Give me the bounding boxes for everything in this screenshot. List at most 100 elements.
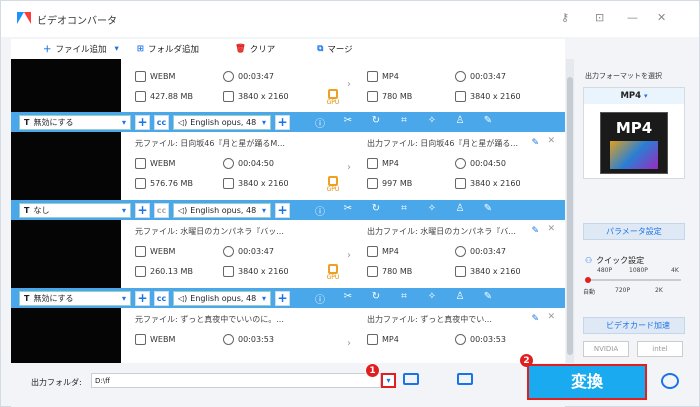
rotate-icon[interactable]: ↻	[362, 203, 390, 218]
source-format: WEBM	[150, 247, 176, 256]
watermark-icon[interactable]: ♙	[446, 115, 474, 130]
file-icon	[367, 91, 378, 102]
source-format: WEBM	[150, 159, 176, 168]
browse-folder-icon[interactable]	[457, 373, 473, 385]
resolution-icon	[455, 91, 466, 102]
gpu-acceleration-button[interactable]: ビデオカード加速	[583, 317, 685, 334]
list-item[interactable]: 元ファイル: 水曜日のカンパネラ『バッ... WEBM 00:03:47 260…	[11, 220, 565, 288]
rename-pencil-icon[interactable]: ✎	[531, 138, 539, 148]
output-folder-path[interactable]: D:\ff	[91, 373, 381, 388]
cut-icon[interactable]: ✂	[334, 203, 362, 218]
remove-icon[interactable]: ✕	[547, 312, 555, 322]
file-icon	[135, 91, 146, 102]
format-dropdown[interactable]: MP4 ▾	[584, 88, 684, 104]
video-thumbnail[interactable]	[11, 132, 121, 200]
rename-pencil-icon[interactable]: ✎	[531, 314, 539, 324]
clock-icon	[455, 334, 466, 345]
edit-icon[interactable]: ✎	[474, 115, 502, 130]
subtitle-select[interactable]: T なし ▾	[19, 202, 131, 218]
close-button[interactable]: ✕	[657, 11, 666, 24]
clock-icon	[223, 71, 234, 82]
effect-icon[interactable]: ✧	[418, 291, 446, 306]
info-icon[interactable]: ⓘ	[306, 115, 334, 130]
audio-select[interactable]: ◁) English opus, 48 ▾	[173, 202, 271, 218]
clock-icon	[455, 71, 466, 82]
remove-icon[interactable]: ✕	[547, 224, 555, 234]
nvidia-logo: NVIDIA	[583, 341, 629, 357]
text-icon: T	[24, 117, 30, 127]
output-resolution: 3840 x 2160	[470, 267, 521, 276]
cut-icon[interactable]: ✂	[334, 291, 362, 306]
edit-icon[interactable]: ✎	[474, 203, 502, 218]
source-duration: 00:03:47	[238, 247, 274, 256]
add-audio-button[interactable]: +	[275, 290, 290, 306]
quality-slider[interactable]	[585, 277, 681, 283]
source-duration: 00:03:47	[238, 72, 274, 81]
cc-icon[interactable]: cc	[154, 114, 169, 130]
format-selector[interactable]: MP4 ▾ MP4	[583, 87, 685, 179]
output-folder-label: 出力フォルダ:	[31, 378, 82, 387]
key-icon[interactable]: ⚷	[561, 11, 569, 24]
watermark-icon[interactable]: ♙	[446, 291, 474, 306]
add-subtitle-button[interactable]: +	[135, 290, 150, 306]
film-icon	[135, 334, 146, 345]
list-item[interactable]: WEBM 00:03:47 427.88 MB 3840 x 2160 GPU …	[11, 59, 565, 112]
list-item[interactable]: 元ファイル: 日向坂46『月と星が踊るM... WEBM 00:04:50 57…	[11, 132, 565, 200]
list-scrollbar[interactable]	[566, 59, 574, 363]
watermark-icon[interactable]: ♙	[446, 203, 474, 218]
minimize-button[interactable]: —	[627, 11, 638, 24]
remove-icon[interactable]: ✕	[547, 136, 555, 146]
source-filename: 元ファイル: 日向坂46『月と星が踊るM...	[135, 139, 285, 148]
resolution-icon	[455, 266, 466, 277]
open-folder-icon[interactable]	[403, 373, 419, 385]
subtitle-select[interactable]: T 無効にする ▾	[19, 114, 131, 130]
rotate-icon[interactable]: ↻	[362, 115, 390, 130]
add-folder-button[interactable]: ⊞ フォルダ追加	[137, 43, 199, 55]
output-format: MP4	[382, 72, 399, 81]
convert-button[interactable]: 変換	[527, 364, 647, 400]
effect-icon[interactable]: ✧	[418, 203, 446, 218]
effect-icon[interactable]: ✧	[418, 115, 446, 130]
slider-handle[interactable]	[585, 277, 591, 283]
arrow-right-icon: ›	[347, 79, 351, 90]
add-subtitle-button[interactable]: +	[135, 114, 150, 130]
chevron-down-icon[interactable]: ▾	[115, 44, 119, 54]
cc-icon[interactable]: cc	[154, 202, 169, 218]
rotate-icon[interactable]: ↻	[362, 291, 390, 306]
crop-icon[interactable]: ⌗	[390, 291, 418, 306]
subtitle-select[interactable]: T 無効にする ▾	[19, 290, 131, 306]
cut-icon[interactable]: ✂	[334, 115, 362, 130]
add-subtitle-button[interactable]: +	[135, 202, 150, 218]
folder-dropdown-button[interactable]: ▾	[381, 373, 396, 388]
rename-pencil-icon[interactable]: ✎	[531, 226, 539, 236]
track-bar: T 無効にする ▾ + cc ◁) English opus, 48 ▾ + ⓘ ✂ ↻ ⌗ ✧…	[11, 112, 565, 132]
list-item[interactable]: 元ファイル: ずっと真夜中でいいのに。... WEBM 00:03:53 › 出…	[11, 308, 565, 363]
video-thumbnail[interactable]	[11, 220, 121, 288]
info-icon[interactable]: ⓘ	[306, 291, 334, 306]
clear-button[interactable]: 🗑 クリア	[235, 43, 275, 55]
film-icon	[367, 334, 378, 345]
info-icon[interactable]: ⓘ	[306, 203, 334, 218]
add-file-button[interactable]: ＋ ファイル追加 ▾	[43, 43, 119, 55]
video-thumbnail[interactable]	[11, 308, 121, 363]
merge-button[interactable]: ⧉ マージ	[317, 43, 352, 55]
trash-icon: 🗑	[234, 44, 246, 54]
add-audio-button[interactable]: +	[275, 202, 290, 218]
film-icon	[135, 158, 146, 169]
gpu-icon: GPU	[323, 264, 343, 281]
scrollbar-thumb[interactable]	[567, 77, 573, 355]
video-thumbnail[interactable]	[11, 59, 121, 112]
add-audio-button[interactable]: +	[275, 114, 290, 130]
crop-icon[interactable]: ⌗	[390, 203, 418, 218]
source-resolution: 3840 x 2160	[238, 92, 289, 101]
cart-icon[interactable]: ⊡	[595, 11, 604, 24]
audio-select[interactable]: ◁) English opus, 48 ▾	[173, 114, 271, 130]
cc-icon[interactable]: cc	[154, 290, 169, 306]
audio-select[interactable]: ◁) English opus, 48 ▾	[173, 290, 271, 306]
alarm-clock-icon[interactable]	[661, 373, 679, 389]
track-bar: T なし ▾ + cc ◁) English opus, 48 ▾ + ⓘ ✂ ↻ ⌗ ✧ ♙ ✎	[11, 200, 565, 220]
film-icon	[135, 246, 146, 257]
edit-icon[interactable]: ✎	[474, 291, 502, 306]
crop-icon[interactable]: ⌗	[390, 115, 418, 130]
parameter-settings-button[interactable]: パラメータ設定	[583, 223, 685, 240]
